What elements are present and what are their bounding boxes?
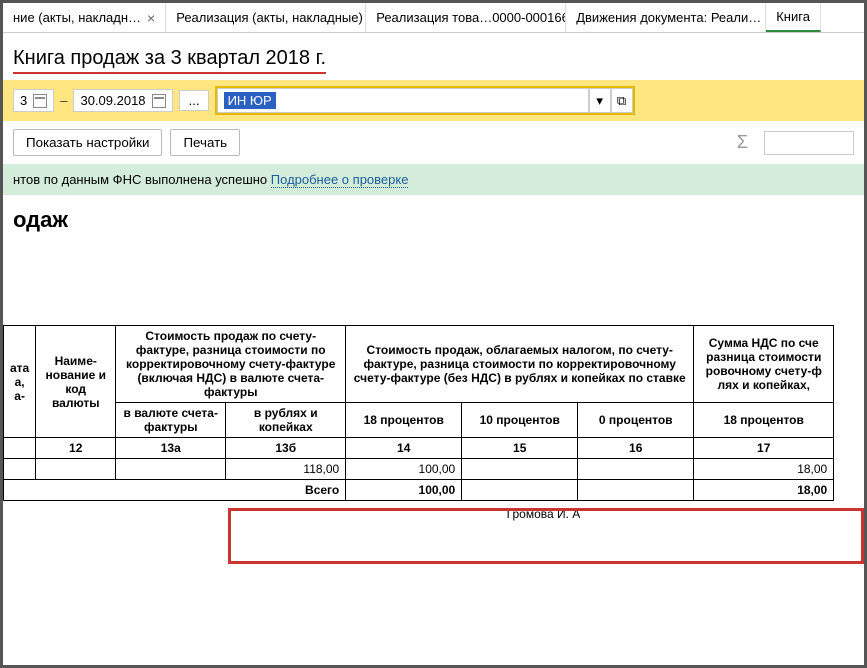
counterparty-input[interactable]: ИН ЮР	[217, 88, 589, 113]
tab-item[interactable]: Движения документа: Реали… ×	[566, 3, 766, 32]
table-total-row: Всего 100,00 18,00	[4, 480, 834, 501]
cell: 100,00	[346, 480, 462, 501]
cell	[462, 480, 578, 501]
date-value: 30.09.2018	[80, 93, 145, 108]
expand-icon: ⧉	[617, 93, 626, 109]
chevron-down-icon: ▾	[596, 93, 603, 109]
section-header: одаж	[3, 195, 864, 245]
input-selected-text: ИН ЮР	[224, 92, 276, 109]
dropdown-button[interactable]: ▾	[589, 88, 611, 113]
info-link[interactable]: Подробнее о проверке	[271, 172, 409, 188]
cell: 118,00	[226, 459, 346, 480]
col-subheader: в валюте счета-фактуры	[116, 403, 226, 438]
col-group-header: Стоимость продаж по счету-фактуре, разни…	[116, 326, 346, 403]
show-settings-button[interactable]: Показать настройки	[13, 129, 162, 156]
toolbar: 3 – 30.09.2018 ... ИН ЮР ▾ ⧉	[3, 80, 864, 121]
cell: 17	[694, 438, 834, 459]
cell	[578, 480, 694, 501]
title-area: Книга продаж за 3 квартал 2018 г.	[3, 33, 864, 80]
buttons-row: Показать настройки Печать Σ	[3, 121, 864, 164]
print-button[interactable]: Печать	[170, 129, 240, 156]
cell: 14	[346, 438, 462, 459]
tabs-bar: ние (акты, накладн… × Реализация (акты, …	[3, 3, 864, 33]
footer-text: Громова И. А	[223, 501, 864, 527]
cell	[462, 459, 578, 480]
page-title: Книга продаж за 3 квартал 2018 г.	[13, 47, 326, 74]
expand-button[interactable]: ⧉	[611, 88, 633, 113]
date-to-input[interactable]: 30.09.2018	[73, 89, 173, 112]
total-label: Всего	[4, 480, 346, 501]
tab-label: Реализация това…0000-000166	[376, 10, 566, 25]
col-group-header: Стоимость продаж, облагаемых налогом, по…	[346, 326, 694, 403]
sum-input[interactable]	[764, 131, 854, 155]
close-icon[interactable]: ×	[147, 10, 155, 26]
tab-item[interactable]: ние (акты, накладн… ×	[3, 3, 166, 32]
cell: 13а	[116, 438, 226, 459]
cell: 13б	[226, 438, 346, 459]
col-group-header: Сумма НДС по сче разница стоимости ровоч…	[694, 326, 834, 403]
cell: 16	[578, 438, 694, 459]
cell: 18,00	[694, 459, 834, 480]
cell	[578, 459, 694, 480]
col-subheader: 0 процентов	[578, 403, 694, 438]
info-bar: нтов по данным ФНС выполнена успешно Под…	[3, 164, 864, 195]
cell	[4, 459, 36, 480]
col-subheader: 10 процентов	[462, 403, 578, 438]
cell: 100,00	[346, 459, 462, 480]
tab-label: Движения документа: Реали…	[576, 10, 761, 25]
tab-label: ние (акты, накладн…	[13, 10, 141, 25]
date-from-input[interactable]: 3	[13, 89, 54, 112]
cell	[36, 459, 116, 480]
dash-separator: –	[60, 93, 67, 108]
table-number-row: 12 13а 13б 14 15 16 17	[4, 438, 834, 459]
cell: 12	[36, 438, 116, 459]
col-header: ата а, а-	[4, 326, 36, 438]
tab-label: Книга	[776, 9, 810, 24]
cell: 15	[462, 438, 578, 459]
col-subheader: 18 процентов	[694, 403, 834, 438]
tab-item-active[interactable]: Книга	[766, 3, 821, 32]
calendar-icon[interactable]	[152, 94, 166, 108]
ellipsis-button[interactable]: ...	[179, 90, 208, 111]
col-header: Наиме- нование и код валюты	[36, 326, 116, 438]
info-text: нтов по данным ФНС выполнена успешно	[13, 172, 271, 187]
sigma-icon[interactable]: Σ	[737, 132, 748, 153]
report-table-area: ата а, а- Наиме- нование и код валюты Ст…	[3, 325, 864, 501]
tab-item[interactable]: Реализация това…0000-000166 ×	[366, 3, 566, 32]
report-table: ата а, а- Наиме- нование и код валюты Ст…	[3, 325, 834, 501]
tab-item[interactable]: Реализация (акты, накладные) ×	[166, 3, 366, 32]
cell: 18,00	[694, 480, 834, 501]
date-value: 3	[20, 93, 27, 108]
counterparty-input-wrap: ИН ЮР ▾ ⧉	[215, 86, 635, 115]
col-subheader: 18 процентов	[346, 403, 462, 438]
table-data-row: 118,00 100,00 18,00	[4, 459, 834, 480]
cell	[116, 459, 226, 480]
calendar-icon[interactable]	[33, 94, 47, 108]
cell	[4, 438, 36, 459]
col-subheader: в рублях и копейках	[226, 403, 346, 438]
tab-label: Реализация (акты, накладные)	[176, 10, 363, 25]
